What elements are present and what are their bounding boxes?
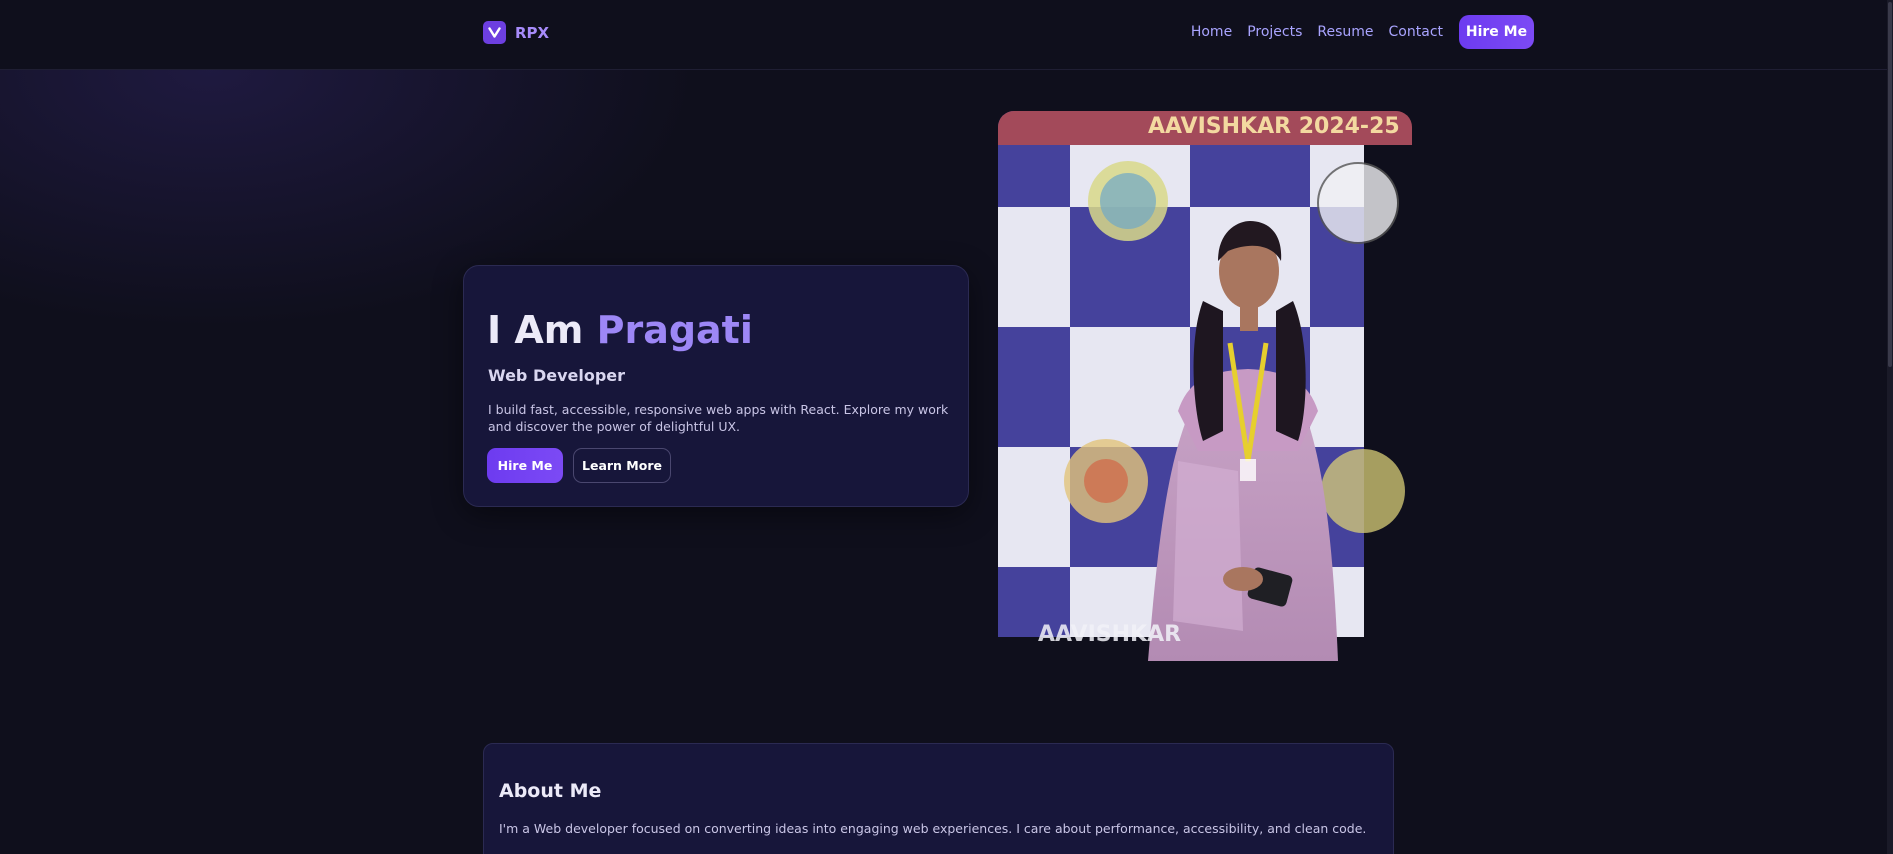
- about-text: I'm a Web developer focused on convertin…: [499, 821, 1367, 836]
- hero-title-prefix: I Am: [487, 308, 584, 352]
- site-header: RPX Home Projects Resume Contact Hire Me: [0, 0, 1893, 70]
- svg-text:AAVISHKAR: AAVISHKAR: [1038, 622, 1181, 647]
- hero-description: I build fast, accessible, responsive web…: [488, 402, 949, 434]
- nav-home-link[interactable]: Home: [1191, 24, 1232, 40]
- hero-hire-me-button[interactable]: Hire Me: [487, 448, 563, 483]
- about-title: About Me: [499, 780, 602, 802]
- hero-title-name: Pragati: [596, 308, 753, 352]
- learn-more-button[interactable]: Learn More: [573, 448, 671, 483]
- hero-title: I Am Pragati: [487, 308, 753, 352]
- brand-name: RPX: [515, 23, 550, 42]
- nav-contact-link[interactable]: Contact: [1389, 24, 1443, 40]
- v-logo-icon: [483, 21, 506, 44]
- about-section: About Me I'm a Web developer focused on …: [483, 743, 1394, 854]
- hero-subtitle: Web Developer: [488, 366, 626, 385]
- hero-actions: Hire Me Learn More: [487, 448, 671, 483]
- profile-photo: AAVISHKAR 2024-25 AAVISHKAR: [998, 111, 1412, 661]
- photo-banner-text: AAVISHKAR 2024-25: [1148, 114, 1400, 139]
- nav-resume-link[interactable]: Resume: [1317, 24, 1373, 40]
- scrollbar-thumb[interactable]: [1888, 2, 1892, 367]
- hero-card: I Am Pragati Web Developer I build fast,…: [463, 265, 969, 507]
- main-nav: Home Projects Resume Contact Hire Me: [1191, 15, 1534, 49]
- nav-projects-link[interactable]: Projects: [1247, 24, 1302, 40]
- header-hire-me-button[interactable]: Hire Me: [1459, 15, 1534, 49]
- page-scrollbar[interactable]: [1887, 0, 1893, 854]
- brand[interactable]: RPX: [483, 21, 549, 44]
